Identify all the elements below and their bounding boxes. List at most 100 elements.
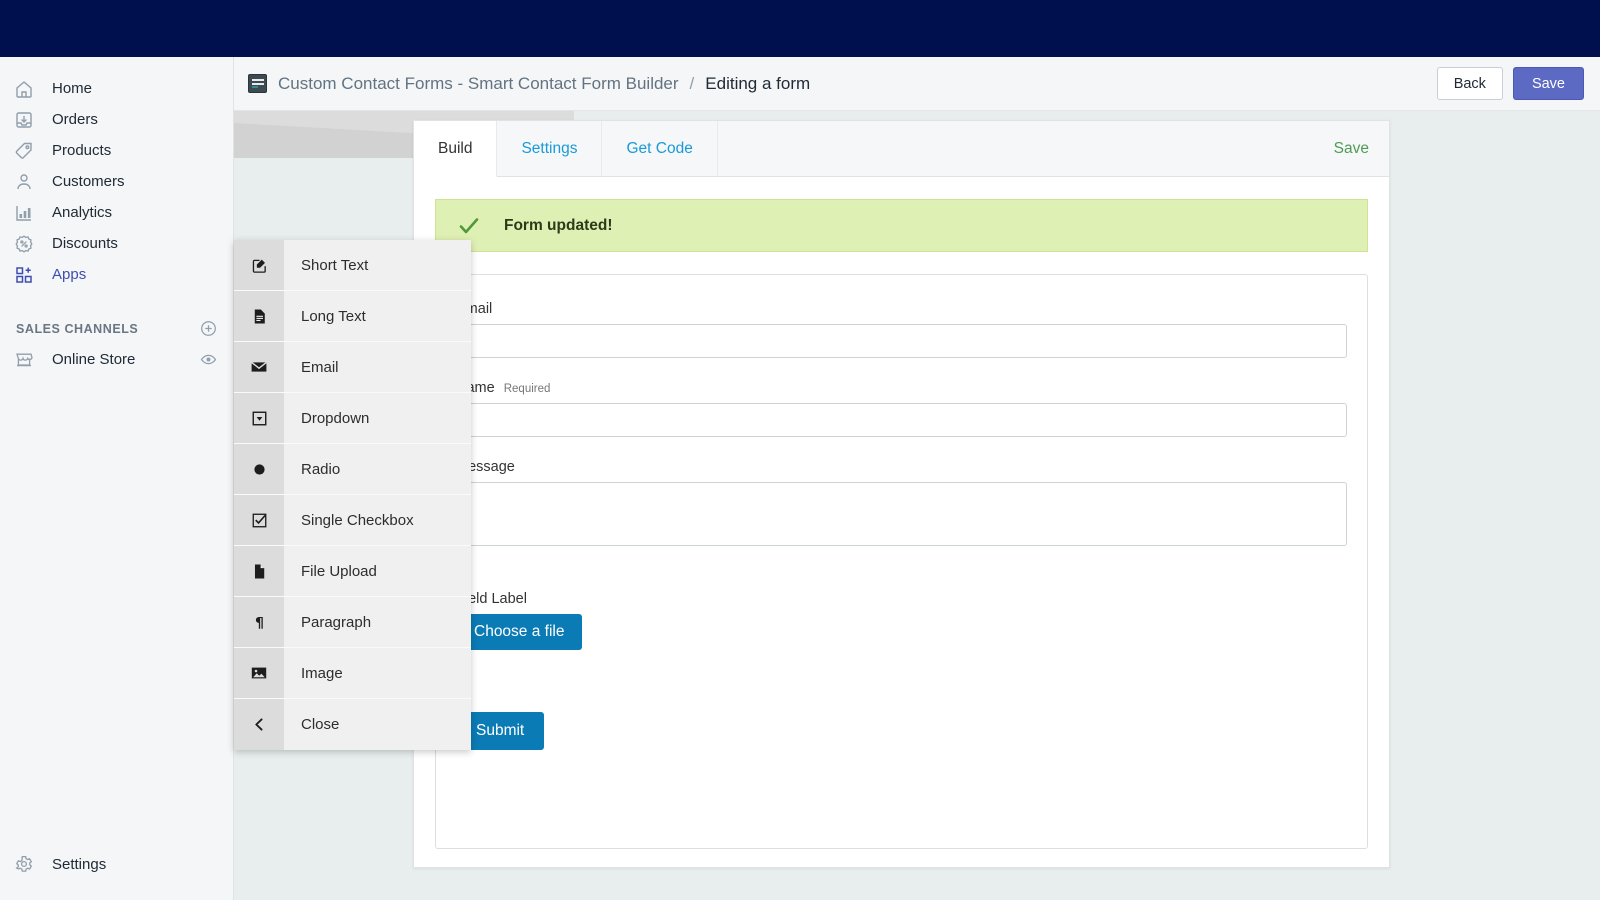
field-label: Email bbox=[456, 301, 1347, 317]
form-updated-alert: Form updated! bbox=[435, 199, 1368, 252]
form-field-message: Message bbox=[456, 459, 1347, 551]
field-type-radio[interactable]: Radio bbox=[234, 444, 471, 495]
field-label: Message bbox=[456, 459, 1347, 475]
sidebar-item-label: Orders bbox=[52, 111, 98, 128]
tab-label: Settings bbox=[521, 139, 578, 157]
field-type-label: Close bbox=[301, 716, 340, 733]
apps-grid-plus-icon bbox=[14, 264, 40, 286]
sidebar-item-discounts[interactable]: Discounts bbox=[0, 228, 233, 259]
header-actions: Back Save bbox=[1436, 67, 1584, 100]
field-type-label: Long Text bbox=[301, 307, 366, 325]
field-type-label: Single Checkbox bbox=[301, 511, 414, 529]
alert-message: Form updated! bbox=[504, 216, 613, 234]
form-field-name: Name Required bbox=[456, 380, 1347, 437]
image-picture-icon bbox=[234, 648, 284, 698]
choose-a-file-button[interactable]: Choose a file bbox=[456, 614, 583, 650]
sidebar-item-customers[interactable]: Customers bbox=[0, 166, 233, 197]
app-header: Custom Contact Forms - Smart Contact For… bbox=[234, 57, 1600, 111]
app-tile-icon bbox=[248, 74, 267, 93]
tab-settings[interactable]: Settings bbox=[497, 121, 603, 176]
radio-dot-icon bbox=[234, 444, 284, 494]
back-button[interactable]: Back bbox=[1436, 67, 1503, 100]
message-textarea[interactable] bbox=[456, 482, 1347, 546]
pilcrow-icon: ¶ bbox=[234, 597, 284, 647]
field-type-label: File Upload bbox=[301, 562, 377, 580]
field-type-close[interactable]: Close bbox=[234, 699, 471, 750]
field-type-label: Radio bbox=[301, 460, 341, 478]
breadcrumb-app-name[interactable]: Custom Contact Forms - Smart Contact For… bbox=[278, 74, 679, 94]
breadcrumb-separator: / bbox=[689, 73, 695, 93]
field-label: Name Required bbox=[456, 380, 1347, 396]
field-type-label: Short Text bbox=[301, 256, 369, 274]
email-input[interactable] bbox=[456, 324, 1347, 358]
tab-get-code[interactable]: Get Code bbox=[602, 121, 718, 176]
analytics-bar-chart-icon bbox=[14, 202, 40, 224]
card-content: Form updated! Email Name Required Messag… bbox=[414, 177, 1389, 849]
storefront-icon bbox=[14, 349, 40, 369]
sidebar-item-online-store[interactable]: Online Store bbox=[0, 343, 233, 375]
field-type-file-upload[interactable]: File Upload bbox=[234, 546, 471, 597]
sidebar-item-products[interactable]: Products bbox=[0, 135, 233, 166]
sidebar-item-home[interactable]: Home bbox=[0, 73, 233, 104]
form-preview-box: Email Name Required Message Field Label … bbox=[435, 274, 1368, 849]
plus-circle-icon[interactable] bbox=[200, 320, 217, 337]
sidebar-nav-list: Home Orders Products Customers Analytics… bbox=[0, 57, 233, 290]
svg-text:¶: ¶ bbox=[254, 615, 263, 630]
field-type-image[interactable]: Image bbox=[234, 648, 471, 699]
field-type-label: Dropdown bbox=[301, 409, 370, 427]
form-field-file: Field Label Choose a file bbox=[456, 591, 1347, 650]
card-tabbar: Build Settings Get Code Save bbox=[414, 121, 1389, 177]
eye-icon[interactable] bbox=[200, 351, 217, 368]
field-type-short-text[interactable]: Short Text bbox=[234, 240, 471, 291]
sidebar-item-settings[interactable]: Settings bbox=[0, 854, 106, 874]
field-type-label: Paragraph bbox=[301, 613, 372, 631]
chevron-left-icon bbox=[234, 699, 284, 750]
caret-down-box-icon bbox=[234, 393, 284, 443]
customers-person-icon bbox=[14, 171, 40, 193]
form-builder-card: Build Settings Get Code Save Form update… bbox=[413, 120, 1390, 868]
name-input[interactable] bbox=[456, 403, 1347, 437]
top-navy-bar bbox=[0, 0, 1600, 57]
sidebar-item-label: Analytics bbox=[52, 204, 113, 221]
tab-label: Build bbox=[438, 139, 473, 157]
field-type-menu: Short Text Long Text Email Dropdown Radi… bbox=[234, 240, 471, 750]
required-note: Required bbox=[503, 383, 551, 395]
sidebar-item-orders[interactable]: Orders bbox=[0, 104, 233, 135]
discounts-percent-icon bbox=[14, 233, 40, 255]
sidebar-item-label: Discounts bbox=[52, 235, 118, 252]
field-label: Field Label bbox=[456, 591, 1347, 607]
sidebar-item-label: Apps bbox=[52, 266, 87, 283]
breadcrumb-current: Editing a form bbox=[705, 73, 811, 93]
gear-icon bbox=[14, 854, 40, 874]
sidebar-settings-label: Settings bbox=[52, 855, 107, 873]
sidebar-item-label: Customers bbox=[52, 173, 125, 190]
sidebar-item-label: Home bbox=[52, 80, 93, 97]
sidebar-item-apps[interactable]: Apps bbox=[0, 259, 233, 290]
field-type-single-checkbox[interactable]: Single Checkbox bbox=[234, 495, 471, 546]
field-type-paragraph[interactable]: ¶ Paragraph bbox=[234, 597, 471, 648]
document-lines-icon bbox=[234, 291, 284, 341]
orders-icon bbox=[14, 109, 40, 131]
home-icon bbox=[14, 78, 40, 100]
field-type-label: Email bbox=[301, 358, 339, 376]
card-save-link[interactable]: Save bbox=[1314, 121, 1389, 176]
file-page-icon bbox=[234, 546, 284, 596]
sidebar-channel-label: Online Store bbox=[52, 350, 136, 368]
save-button[interactable]: Save bbox=[1512, 67, 1584, 100]
products-tag-icon bbox=[14, 140, 40, 162]
field-type-dropdown[interactable]: Dropdown bbox=[234, 393, 471, 444]
sidebar-item-analytics[interactable]: Analytics bbox=[0, 197, 233, 228]
sidebar: Home Orders Products Customers Analytics… bbox=[0, 57, 234, 900]
form-field-email: Email bbox=[456, 301, 1347, 358]
field-type-long-text[interactable]: Long Text bbox=[234, 291, 471, 342]
checkbox-checked-icon bbox=[234, 495, 284, 545]
field-type-label: Image bbox=[301, 664, 343, 682]
sales-channels-header: SALES CHANNELS bbox=[0, 290, 233, 343]
check-icon bbox=[456, 213, 482, 239]
pencil-square-icon bbox=[234, 240, 284, 290]
sales-channels-title: SALES CHANNELS bbox=[16, 321, 139, 336]
sidebar-item-label: Products bbox=[52, 142, 112, 159]
tab-build[interactable]: Build bbox=[414, 121, 498, 177]
tab-label: Get Code bbox=[626, 139, 693, 157]
field-type-email[interactable]: Email bbox=[234, 342, 471, 393]
